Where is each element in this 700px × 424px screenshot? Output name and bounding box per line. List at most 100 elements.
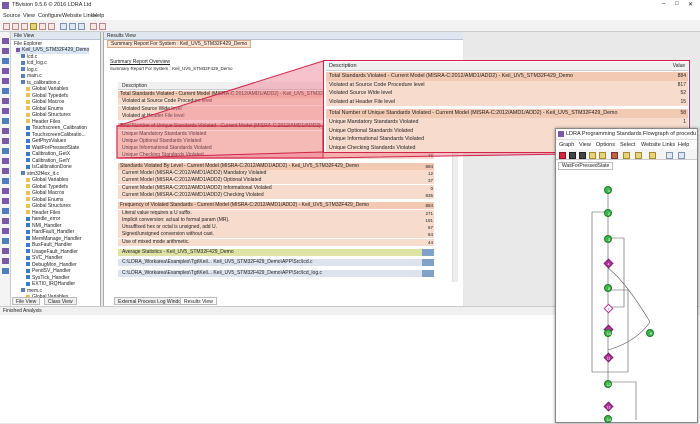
report-row[interactable]: Unsuffixed hex or octal is unsigned, add… — [118, 224, 433, 232]
rail-tool-icon[interactable] — [2, 128, 9, 134]
folder-icon[interactable] — [635, 152, 642, 159]
menu-source[interactable]: Source — [3, 13, 20, 19]
report-row[interactable]: C:\LDRA_Workarea\Examples\Tgt\Keil... Ke… — [118, 269, 433, 277]
print-icon[interactable] — [611, 152, 618, 159]
toolbar-button-6[interactable] — [48, 23, 55, 30]
report-row[interactable]: Average Statistics - Keil_UV5_STM32F429_… — [118, 249, 433, 256]
tree-item-label: handle_error — [32, 216, 61, 222]
toolbar-button-2[interactable] — [12, 23, 19, 30]
rail-tool-icon[interactable] — [2, 118, 9, 124]
menu-graph[interactable]: Graph — [559, 142, 574, 148]
flow-node[interactable]: 2 — [604, 209, 612, 217]
document-tab[interactable]: Summary Report For System : Keil_UV5_STM… — [107, 40, 252, 48]
rail-tool-icon[interactable] — [2, 138, 9, 144]
zoom-in-icon[interactable] — [666, 152, 673, 159]
rail-tool-icon[interactable] — [2, 98, 9, 104]
report-row-value: 0 — [422, 184, 434, 192]
flow-node[interactable]: 3 — [604, 235, 612, 243]
close-icon[interactable]: ✕ — [688, 1, 693, 8]
report-row-value: 191 — [422, 216, 434, 224]
report-row-value: 835 — [422, 191, 434, 199]
report-row[interactable]: Current Model (MISRA-C:2012/AMD1/ADD2) I… — [118, 184, 433, 192]
toolbar-button-1[interactable] — [3, 23, 10, 30]
rail-tool-icon[interactable] — [2, 108, 9, 114]
rail-tool-icon[interactable] — [2, 188, 9, 194]
report-row[interactable]: Literal value requires a U suffix. — [118, 209, 433, 217]
folder-icon[interactable] — [623, 152, 630, 159]
minimize-icon[interactable]: – — [662, 1, 665, 7]
rail-tool-icon[interactable] — [2, 218, 9, 224]
menu-options[interactable]: Options — [596, 142, 615, 148]
folder-icon — [26, 106, 30, 111]
zoom-out-icon[interactable] — [78, 23, 85, 30]
rail-tool-icon[interactable] — [2, 228, 9, 234]
rail-tool-icon[interactable] — [2, 48, 9, 54]
rail-tool-icon[interactable] — [2, 168, 9, 174]
menu-help[interactable]: Help — [678, 142, 689, 148]
report-row[interactable]: Frequency of Violated Standards - Curren… — [118, 202, 433, 210]
rail-tool-icon[interactable] — [2, 58, 9, 64]
rail-tool-icon[interactable] — [2, 68, 9, 74]
folder-icon[interactable] — [30, 23, 37, 30]
menu-website-links[interactable]: Website Links — [641, 142, 675, 148]
toolbar-button-3[interactable] — [21, 23, 28, 30]
report-row[interactable]: C:\LDRA_Workarea\Examples\Tgt\Keil... Ke… — [118, 259, 433, 267]
zoom-in-icon[interactable] — [69, 23, 76, 30]
toolbar-button-5[interactable] — [39, 23, 46, 30]
report-row[interactable]: Current Model (MISRA-C:2012/AMD1/ADD2) O… — [118, 177, 433, 185]
rail-tool-icon[interactable] — [2, 208, 9, 214]
maximize-icon[interactable]: □ — [675, 1, 679, 7]
rail-tool-icon[interactable] — [2, 268, 9, 274]
rail-tool-icon[interactable] — [2, 38, 9, 44]
flow-node[interactable]: 12 — [604, 380, 612, 388]
flow-node[interactable]: 14 — [604, 415, 612, 423]
report-row[interactable]: Standards Violated By Level - Current Mo… — [118, 162, 433, 170]
search-icon[interactable] — [60, 23, 67, 30]
flow-node[interactable]: 9 — [646, 329, 654, 337]
rail-tool-icon[interactable] — [2, 248, 9, 254]
menu-configure[interactable]: Configure — [38, 13, 62, 19]
menu-help[interactable]: Help — [93, 13, 104, 19]
report-row[interactable]: Use of mixed mode arithmetic. — [118, 238, 433, 246]
zoom-out-icon[interactable] — [678, 152, 685, 159]
rail-tool-icon[interactable] — [2, 238, 9, 244]
tab-file-view[interactable]: File View — [12, 297, 41, 305]
tab-results-view[interactable]: Results View — [180, 297, 217, 305]
rail-tool-icon[interactable] — [2, 198, 9, 204]
flow-node[interactable]: 5 — [604, 284, 612, 292]
report-row[interactable]: Signed/unsigned conversion without cast. — [118, 231, 433, 239]
folder-icon[interactable] — [649, 152, 656, 159]
report-row[interactable]: Unique Checking Standards Violated — [118, 152, 433, 160]
menu-select[interactable]: Select — [620, 142, 635, 148]
rail-tool-icon[interactable] — [2, 148, 9, 154]
panel-title: File View — [14, 33, 35, 39]
rail-tool-icon[interactable] — [2, 258, 9, 264]
menu-view[interactable]: View — [579, 142, 591, 148]
filmstrip-icon[interactable] — [569, 152, 576, 159]
toolbar-button-10[interactable] — [90, 23, 97, 30]
folder-icon[interactable] — [589, 152, 596, 159]
tab-external-process-log[interactable]: External Process Log Window — [114, 297, 189, 305]
toolbar-button-11[interactable] — [99, 23, 106, 30]
flow-node[interactable]: 10 — [604, 329, 612, 337]
rail-tool-icon[interactable] — [2, 158, 9, 164]
folder-icon[interactable] — [599, 152, 606, 159]
menu-view[interactable]: View — [23, 13, 35, 19]
tree-item-label: UsageFault_Handler — [32, 248, 78, 255]
report-row[interactable]: Implicit conversion: actual to formal pa… — [118, 216, 433, 224]
rail-tool-icon[interactable] — [2, 78, 9, 84]
report-row[interactable]: Current Model (MISRA-C:2012/AMD1/ADD2) C… — [118, 191, 433, 199]
tab-wait-for-pressed-state[interactable]: WaitForPressedState — [558, 162, 614, 170]
menu-website-links[interactable]: Website Links — [62, 13, 96, 19]
record-icon[interactable] — [559, 152, 566, 159]
tab-class-view[interactable]: Class View — [44, 297, 77, 305]
zoom-row: Violated at Source Code Procedure level — [326, 80, 670, 90]
report-row[interactable]: Current Model (MISRA-C:2012/AMD1/ADD2) M… — [118, 170, 433, 177]
zoom-row-value: 58 — [670, 109, 688, 118]
rail-tool-icon[interactable] — [2, 88, 9, 94]
function-icon — [26, 223, 30, 228]
flow-node[interactable]: 1 — [604, 186, 612, 194]
camera-icon[interactable] — [579, 152, 586, 159]
flow-node-label: 9 — [649, 331, 653, 336]
rail-tool-icon[interactable] — [2, 178, 9, 184]
